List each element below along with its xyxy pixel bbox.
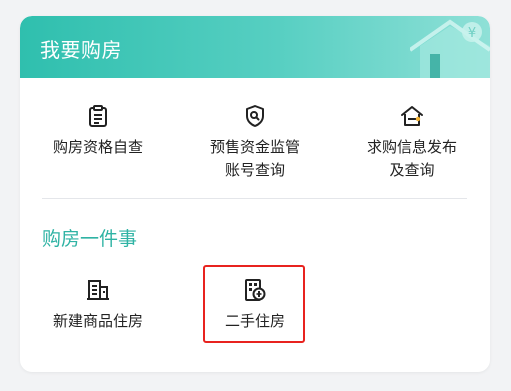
grid-item-label-line2: 及查询 [389,161,435,179]
grid-item-eligibility-check[interactable]: 购房资格自查 [35,104,161,159]
svg-text:¥: ¥ [468,26,476,41]
house-key-icon [401,106,423,126]
grid-item-new-commercial-housing[interactable]: 新建商品住房 [35,278,161,333]
grid-item-label-line1: 求购信息发布 [366,138,457,156]
section-title: 购房一件事 [42,228,138,250]
highlight-box [203,265,305,343]
grid-item-label-line2: 账号查询 [224,161,285,179]
buy-house-card: 我要购房 ¥ 购房资格自查 预售资金监管 账号查询 求购信息发布 及查询 购房一… [20,16,490,372]
header-title: 我要购房 [40,38,122,62]
clipboard-list-icon [89,105,107,127]
grid-item-presale-fund-account[interactable]: 预售资金监管 账号查询 [192,104,318,182]
grid-item-label-line1: 预售资金监管 [209,138,300,156]
shield-search-icon [246,105,264,127]
grid-item-label: 购房资格自查 [52,138,143,156]
card-header: 我要购房 ¥ [20,16,490,78]
house-decoration-icon: ¥ [410,19,490,78]
grid-item-label: 新建商品住房 [52,312,143,330]
grid-item-purchase-request[interactable]: 求购信息发布 及查询 [349,104,475,182]
section-divider [42,198,467,199]
building-icon [87,280,109,300]
